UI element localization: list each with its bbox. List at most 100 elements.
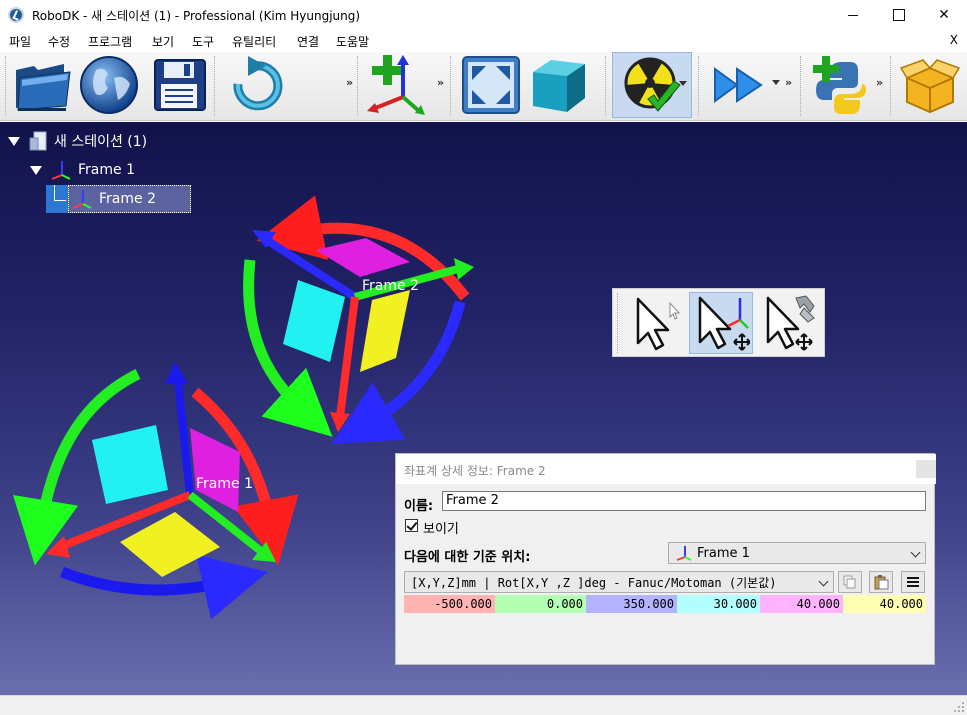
resize-grip-icon[interactable] (953, 701, 965, 713)
fit-all-icon (462, 56, 520, 114)
expand-arrow-icon[interactable] (8, 136, 20, 146)
chevron-down-icon (818, 576, 829, 587)
undo-button[interactable] (222, 52, 288, 118)
toolbar-separator (5, 56, 6, 116)
menu-help[interactable]: 도움말 (336, 33, 369, 50)
expand-arrow-icon[interactable] (30, 165, 42, 175)
online-library-globe-icon (80, 56, 138, 114)
frame1-gizmo[interactable]: Frame 1 (12, 362, 299, 620)
move-tool-icon (766, 295, 815, 351)
tree-frame1-label: Frame 1 (78, 162, 135, 178)
close-button[interactable]: ✕ (921, 0, 967, 30)
isometric-view-button[interactable] (525, 52, 591, 118)
toolbar-overflow-icon[interactable]: » (785, 76, 792, 89)
paste-icon (874, 575, 889, 590)
open-button[interactable] (10, 52, 76, 118)
3d-viewport[interactable]: Frame 2 Frame 1 새 스테이션 (1) Frame 1 Frame… (0, 122, 967, 695)
frame2-gizmo[interactable]: Frame 2 (243, 195, 474, 444)
reference-frame-icon (51, 161, 71, 180)
add-reference-frame-icon (367, 55, 425, 115)
station-icon (29, 131, 47, 151)
reference-frame-icon (72, 190, 92, 209)
move-tool-mode-button[interactable] (757, 292, 821, 354)
toolbar-separator (890, 56, 891, 116)
pose-format-dropdown[interactable]: [X,Y,Z]mm | Rot[X,Y ,Z ]deg - Fanuc/Moto… (404, 571, 834, 593)
minimize-button[interactable] (830, 0, 876, 30)
reference-label: 다음에 대한 기준 위치: (404, 550, 531, 565)
reference-frame-icon (676, 546, 692, 561)
toolbar-separator (800, 56, 801, 116)
toolbar-overflow-icon[interactable]: » (346, 76, 353, 89)
name-label: 이름: (404, 499, 434, 514)
pose-menu-button[interactable] (901, 571, 925, 593)
run-program-icon (714, 67, 763, 103)
tree-item-frame1[interactable]: Frame 1 (30, 159, 135, 181)
mode-toolbar (612, 288, 825, 357)
dialog-title: 좌표계 상세 정보: Frame 2 (404, 464, 546, 478)
dialog-close-button[interactable] (916, 460, 936, 478)
toolbar-separator (357, 56, 358, 116)
reference-frame-dropdown[interactable]: Frame 1 (668, 542, 926, 564)
menu-file[interactable]: 파일 (9, 33, 31, 50)
add-reference-frame-button[interactable] (362, 52, 428, 118)
pose-format-value: [X,Y,Z]mm | Rot[X,Y ,Z ]deg - Fanuc/Moto… (411, 575, 777, 590)
collision-dropdown-icon[interactable] (679, 81, 687, 86)
add-python-program-button[interactable] (806, 52, 872, 118)
save-button[interactable] (146, 52, 212, 118)
tree-frame2-label: Frame 2 (99, 191, 156, 207)
menu-connect[interactable]: 연결 (297, 33, 319, 50)
move-frame-mode-button[interactable] (689, 292, 753, 354)
save-floppy-icon (154, 59, 206, 111)
toolbar-overflow-icon[interactable]: » (437, 76, 444, 89)
undo-icon (233, 56, 283, 111)
tree-item-station[interactable]: 새 스테이션 (1) (8, 130, 147, 152)
collision-check-icon (624, 57, 681, 112)
menu-edit[interactable]: 수정 (48, 33, 70, 50)
pose-value-field[interactable]: 0.000 (495, 595, 586, 613)
add-package-button[interactable] (897, 52, 963, 118)
select-cursor-icon (636, 297, 681, 351)
visible-label: 보이기 (423, 522, 459, 537)
run-dropdown-icon[interactable] (772, 80, 780, 85)
pose-value-field[interactable]: 40.000 (760, 595, 843, 613)
robodk-logo-icon (8, 7, 24, 23)
toolbar-separator (605, 56, 606, 116)
paste-pose-button[interactable] (869, 571, 893, 593)
isometric-view-icon (533, 60, 585, 112)
menu-tools[interactable]: 도구 (192, 33, 214, 50)
collision-check-button[interactable] (612, 52, 692, 118)
online-library-button[interactable] (76, 52, 142, 118)
frame1-label: Frame 1 (196, 476, 253, 492)
pose-value-field[interactable]: -500.000 (404, 595, 495, 613)
visible-checkbox[interactable] (405, 519, 418, 532)
menu-utilities[interactable]: 유틸리티 (232, 33, 276, 50)
select-mode-button[interactable] (623, 292, 687, 354)
title-bar: RoboDK - 새 스테이션 (1) - Professional (Kim … (0, 0, 967, 30)
close-document-button[interactable]: X (950, 33, 958, 47)
menu-program[interactable]: 프로그램 (88, 33, 132, 50)
tree-item-frame2[interactable]: Frame 2 (68, 185, 191, 213)
copy-icon (843, 575, 856, 589)
main-toolbar: » » » » (0, 52, 967, 121)
fit-all-button[interactable] (458, 52, 524, 118)
status-bar (0, 695, 967, 715)
toolbar-separator (214, 56, 215, 116)
frame-details-dialog: 좌표계 상세 정보: Frame 2 이름: Frame 2 보이기 다음에 대… (395, 453, 936, 665)
pose-value-field[interactable]: 30.000 (677, 595, 760, 613)
reference-frame-value: Frame 1 (697, 545, 750, 561)
add-package-icon (899, 59, 961, 114)
tree-station-label: 새 스테이션 (1) (54, 134, 148, 150)
add-python-program-icon (813, 56, 866, 114)
dialog-title-bar[interactable]: 좌표계 상세 정보: Frame 2 (396, 454, 936, 484)
run-program-button[interactable] (706, 52, 772, 118)
frame-name-input[interactable]: Frame 2 (442, 491, 926, 511)
toolbar-separator (698, 56, 699, 116)
pose-value-field[interactable]: 40.000 (843, 595, 926, 613)
pose-value-field[interactable]: 350.000 (586, 595, 677, 613)
window-title: RoboDK - 새 스테이션 (1) - Professional (Kim … (32, 9, 361, 23)
maximize-button[interactable] (876, 0, 922, 30)
menu-icon (907, 577, 919, 587)
copy-pose-button[interactable] (838, 571, 862, 593)
toolbar-overflow-icon[interactable]: » (876, 76, 883, 89)
menu-view[interactable]: 보기 (152, 33, 174, 50)
